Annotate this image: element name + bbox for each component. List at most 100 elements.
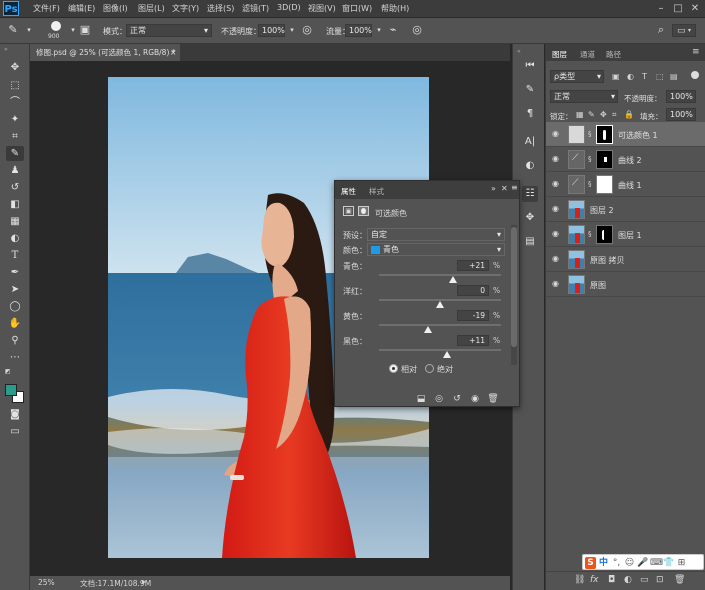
tab-paths[interactable]: 路径 — [606, 49, 621, 60]
close-icon[interactable]: ✕ — [688, 2, 702, 15]
slider-track[interactable] — [379, 324, 501, 326]
magic-wand-tool-icon[interactable]: ✦ — [6, 112, 24, 127]
brush-tool-icon[interactable]: ✎ — [6, 23, 20, 37]
properties-scrollbar[interactable] — [511, 225, 517, 365]
lock-position-icon[interactable]: ✥ — [600, 110, 607, 119]
layer-row-layer-1[interactable]: ◉ § 图层 1 — [546, 222, 705, 247]
tab-channels[interactable]: 通道 — [580, 49, 595, 60]
layer-row-layer-2[interactable]: ◉ 图层 2 — [546, 197, 705, 222]
eraser-tool-icon[interactable]: ◧ — [6, 197, 24, 212]
keyboard-icon[interactable]: ⌨ — [650, 557, 663, 569]
slider-value-field[interactable]: +11 — [457, 335, 489, 346]
close-panel-icon[interactable]: ✕ — [501, 184, 508, 193]
more-tools-icon[interactable]: ⋯ — [6, 350, 24, 365]
visibility-eye-icon[interactable]: ◉ — [469, 393, 481, 405]
link-chain-icon[interactable]: § — [588, 155, 592, 163]
menu-select[interactable]: 选择(S) — [207, 3, 234, 14]
view-previous-icon[interactable]: ◎ — [433, 393, 445, 405]
visibility-eye-icon[interactable]: ◉ — [552, 180, 562, 188]
panel-collapse-icon[interactable]: » — [4, 47, 26, 53]
tools-grid-icon[interactable]: ⊞ — [676, 557, 687, 569]
mask-icon[interactable] — [358, 206, 369, 216]
slider-thumb[interactable] — [442, 351, 451, 358]
stamp-tool-icon[interactable]: ♟ — [6, 163, 24, 178]
layer-mask-thumbnail[interactable] — [596, 225, 613, 244]
crop-tool-icon[interactable]: ⌗ — [6, 129, 24, 144]
ime-lang-label[interactable]: 中 — [598, 557, 609, 569]
filter-smart-icon[interactable]: ▤ — [670, 72, 678, 81]
slider-value-field[interactable]: -19 — [457, 310, 489, 321]
menu-window[interactable]: 窗口(W) — [342, 3, 372, 14]
microphone-icon[interactable]: 🎤 — [637, 557, 648, 569]
menu-view[interactable]: 视图(V) — [308, 3, 336, 14]
foreground-color-swatch[interactable] — [5, 384, 17, 396]
chevron-down-icon[interactable]: ▾ — [22, 23, 36, 37]
filter-shape-icon[interactable]: ⬚ — [656, 72, 664, 81]
zoom-tool-icon[interactable]: ⚲ — [6, 333, 24, 348]
default-colors-icon[interactable]: ◩ — [5, 368, 13, 376]
menu-image[interactable]: 图像(I) — [103, 3, 128, 14]
visibility-eye-icon[interactable]: ◉ — [552, 205, 562, 213]
character-panel-icon[interactable]: A| — [522, 134, 538, 150]
link-chain-icon[interactable]: § — [588, 130, 592, 138]
skin-icon[interactable]: 👕 — [663, 557, 674, 569]
layer-style-icon[interactable]: fx — [590, 575, 599, 585]
filter-toggle-icon[interactable] — [691, 71, 699, 79]
color-select[interactable]: 青色 ▾ — [367, 243, 505, 256]
layer-filter-select[interactable]: ρ类型 ▾ — [550, 70, 604, 83]
close-tab-icon[interactable]: × — [170, 44, 176, 61]
visibility-eye-icon[interactable]: ◉ — [552, 280, 562, 288]
opacity-field[interactable]: 100% — [258, 24, 285, 37]
brush-tool-icon[interactable]: ✎ — [6, 146, 24, 161]
move-tool-icon[interactable]: ✥ — [6, 60, 24, 75]
slider-track[interactable] — [379, 349, 501, 351]
visibility-eye-icon[interactable]: ◉ — [552, 130, 562, 138]
slider-track[interactable] — [379, 274, 501, 276]
layer-mask-thumbnail[interactable] — [596, 175, 613, 194]
visibility-eye-icon[interactable]: ◉ — [552, 255, 562, 263]
layer-row-original[interactable]: ◉ 原图 — [546, 272, 705, 297]
panel-collapse-icon[interactable]: « — [517, 48, 521, 55]
reset-icon[interactable]: ↺ — [451, 393, 463, 405]
history-panel-icon[interactable]: ⏮ — [522, 58, 538, 74]
adjustments-panel-icon[interactable]: ✥ — [522, 210, 538, 226]
brush-panel-icon[interactable]: ✎ — [522, 82, 538, 98]
gradient-tool-icon[interactable]: ▦ — [6, 214, 24, 229]
airbrush-icon[interactable]: ⌁ — [386, 23, 400, 37]
visibility-eye-icon[interactable]: ◉ — [552, 155, 562, 163]
quick-mask-icon[interactable]: ◙ — [6, 407, 24, 422]
collapse-panel-icon[interactable]: » — [491, 184, 496, 193]
layer-row-selective-color[interactable]: ◉ § 可选颜色 1 — [546, 122, 705, 147]
search-icon[interactable]: ⌕ — [654, 23, 668, 37]
method-absolute-radio[interactable]: 绝对 — [425, 363, 495, 375]
panel-menu-icon[interactable]: ≡ — [511, 183, 518, 192]
link-chain-icon[interactable]: § — [588, 230, 592, 238]
slider-value-field[interactable]: 0 — [457, 285, 489, 296]
layer-row-original-copy[interactable]: ◉ 原图 拷贝 — [546, 247, 705, 272]
tab-properties[interactable]: 属性 — [341, 186, 356, 197]
filter-pixel-icon[interactable]: ▣ — [612, 72, 620, 81]
layer-row-curves-1[interactable]: ◉ ⟋ § 曲线 1 — [546, 172, 705, 197]
menu-layer[interactable]: 图层(L) — [138, 3, 165, 14]
slider-value-field[interactable]: +21 — [457, 260, 489, 271]
panel-menu-icon[interactable]: ≡ — [692, 47, 700, 57]
hand-tool-icon[interactable]: ✋ — [6, 316, 24, 331]
lock-transparency-icon[interactable]: ▦ — [576, 110, 584, 119]
status-menu-icon[interactable]: ▸ — [142, 577, 146, 586]
menu-help[interactable]: 帮助(H) — [381, 3, 409, 14]
menu-filter[interactable]: 滤镜(T) — [242, 3, 269, 14]
layer-mask-thumbnail[interactable] — [596, 125, 613, 144]
brush-panel-icon[interactable]: ▣ — [78, 23, 92, 37]
filter-type-icon[interactable]: T — [642, 72, 647, 81]
shape-tool-icon[interactable]: ◯ — [6, 299, 24, 314]
emoji-icon[interactable]: ☺ — [624, 557, 635, 569]
pen-tool-icon[interactable]: ✒ — [6, 265, 24, 280]
clip-to-layer-icon[interactable]: ⬓ — [415, 393, 427, 405]
chevron-down-icon[interactable]: ▾ — [372, 23, 386, 37]
workspace-switcher[interactable]: ▭ ▾ — [672, 24, 696, 37]
flow-field[interactable]: 100% — [345, 24, 372, 37]
mode-select[interactable]: 正常 ▾ — [126, 24, 212, 37]
layer-row-curves-2[interactable]: ◉ ⟋ § 曲线 2 — [546, 147, 705, 172]
dodge-tool-icon[interactable]: ◐ — [6, 231, 24, 246]
menu-type[interactable]: 文字(Y) — [172, 3, 199, 14]
